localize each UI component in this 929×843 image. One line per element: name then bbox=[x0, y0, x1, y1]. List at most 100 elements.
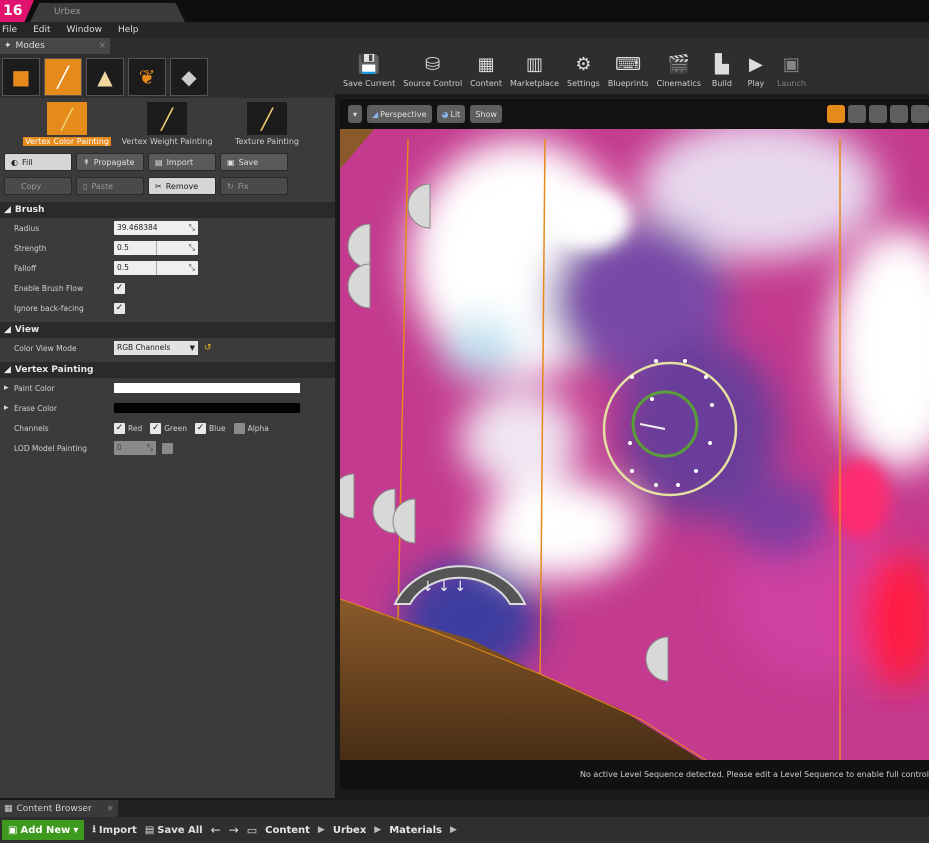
green-channel-checkbox[interactable]: ✓ bbox=[150, 422, 162, 434]
fill-icon: ◐ bbox=[11, 157, 18, 167]
scale-icon[interactable] bbox=[869, 105, 887, 123]
marketplace-button[interactable]: ▥ Marketplace bbox=[510, 51, 559, 89]
landscape-mode-icon[interactable]: ▲ bbox=[86, 58, 124, 96]
backface-label: Ignore back-facing bbox=[14, 303, 84, 313]
brush-section-header[interactable]: ◢ Brush bbox=[0, 202, 335, 218]
forward-arrow-icon[interactable]: → bbox=[229, 823, 239, 837]
fix-label: Fix bbox=[237, 181, 249, 191]
falloff-input[interactable]: 0.5 bbox=[114, 261, 198, 275]
vertex-painting-section-header[interactable]: ◢ Vertex Painting bbox=[0, 362, 335, 378]
content-browser-tab[interactable]: ▦ Content Browser × bbox=[0, 800, 118, 817]
lit-button[interactable]: ◕ Lit bbox=[436, 105, 466, 123]
content-button[interactable]: ▦ Content bbox=[470, 51, 502, 89]
view-section-title: View bbox=[14, 325, 40, 335]
vertex-painting-section-title: Vertex Painting bbox=[14, 365, 94, 375]
blue-channel-label: Blue bbox=[208, 423, 226, 433]
play-button[interactable]: ▶ Play bbox=[743, 51, 769, 89]
propagate-button[interactable]: ↟ Propagate bbox=[76, 153, 144, 171]
import-asset-label: Import bbox=[98, 824, 137, 836]
translate-icon[interactable] bbox=[827, 105, 845, 123]
brush-flow-checkbox[interactable]: ✓ bbox=[114, 282, 125, 294]
launch-icon: ▣ bbox=[782, 53, 800, 75]
place-mode-icon[interactable]: ■ bbox=[2, 58, 40, 96]
lod-checkbox[interactable] bbox=[162, 442, 173, 454]
snap-icon[interactable] bbox=[911, 105, 929, 123]
breadcrumb-content[interactable]: Content bbox=[265, 825, 310, 836]
viewport-scene: ↓ ↓ ↓ bbox=[340, 99, 929, 790]
perspective-button[interactable]: ◢ Perspective bbox=[367, 105, 432, 123]
strength-input[interactable]: 0.5 bbox=[114, 241, 198, 255]
channels-row: Channels ✓Red ✓Green ✓Blue ✓Alpha bbox=[0, 418, 335, 438]
save-all-button[interactable]: ▤ Save All bbox=[145, 825, 203, 836]
build-button[interactable]: ▙ Build bbox=[709, 51, 735, 89]
menu-file[interactable]: File bbox=[2, 25, 17, 35]
paste-button[interactable]: ▯ Paste bbox=[76, 177, 144, 195]
color-view-dropdown[interactable]: RGB Channels bbox=[114, 341, 198, 355]
lod-input[interactable]: 0 bbox=[114, 441, 156, 455]
modes-tab[interactable]: ✦ Modes × bbox=[0, 38, 110, 54]
level-viewport[interactable]: ↓ ↓ ↓ bbox=[340, 97, 929, 790]
menu-help[interactable]: Help bbox=[118, 25, 139, 35]
viewport-status-bar: No active Level Sequence detected. Pleas… bbox=[340, 760, 929, 790]
source-control-button[interactable]: ⛁ Source Control bbox=[403, 51, 463, 89]
toolbar-label: Source Control bbox=[403, 79, 463, 88]
save-label: Save bbox=[238, 157, 259, 167]
paint-color-swatch[interactable] bbox=[114, 383, 300, 393]
main-toolbar: 💾 Save Current ⛁ Source Control ▦ Conten… bbox=[335, 38, 929, 94]
marketplace-icon: ▥ bbox=[526, 53, 544, 75]
cinematics-button[interactable]: 🎬 Cinematics bbox=[657, 51, 701, 89]
backface-checkbox[interactable]: ✓ bbox=[114, 302, 125, 314]
viewport-options-button[interactable]: ▾ bbox=[348, 105, 363, 123]
modes-icon: ✦ bbox=[4, 41, 12, 51]
reset-icon[interactable]: ↺ bbox=[204, 343, 212, 353]
add-new-button[interactable]: ▣ Add New ▾ bbox=[2, 820, 85, 840]
blueprints-button[interactable]: ⌨ Blueprints bbox=[608, 51, 649, 89]
erase-color-swatch[interactable] bbox=[114, 403, 300, 413]
rotate-icon[interactable] bbox=[848, 105, 866, 123]
menu-edit[interactable]: Edit bbox=[33, 25, 50, 35]
show-button[interactable]: Show bbox=[470, 105, 502, 123]
red-channel-checkbox[interactable]: ✓ bbox=[114, 422, 125, 434]
expand-icon[interactable]: ▸ bbox=[4, 383, 14, 393]
remove-button[interactable]: ✂ Remove bbox=[148, 177, 216, 195]
menu-window[interactable]: Window bbox=[67, 25, 103, 35]
document-tab[interactable]: Urbex bbox=[30, 3, 185, 22]
fix-button[interactable]: ↻ Fix bbox=[220, 177, 288, 195]
close-icon[interactable]: × bbox=[98, 41, 106, 51]
blue-channel-checkbox[interactable]: ✓ bbox=[194, 422, 206, 434]
launch-button[interactable]: ▣ Launch bbox=[777, 51, 806, 89]
radius-input[interactable]: 39.468384 bbox=[114, 221, 198, 235]
vertex-weight-painting-mode[interactable]: ╱ Vertex Weight Painting bbox=[122, 102, 212, 146]
channel-checkboxes: ✓Red ✓Green ✓Blue ✓Alpha bbox=[114, 422, 274, 434]
paint-mode-icon[interactable]: ╱ bbox=[44, 58, 82, 96]
world-icon[interactable] bbox=[890, 105, 908, 123]
alpha-channel-checkbox[interactable]: ✓ bbox=[233, 422, 245, 434]
propagate-icon: ↟ bbox=[83, 157, 90, 167]
geometry-mode-icon[interactable]: ◆ bbox=[170, 58, 208, 96]
close-icon[interactable]: × bbox=[106, 804, 114, 814]
chevron-down-icon: ▾ bbox=[353, 109, 358, 119]
copy-button[interactable]: Copy bbox=[4, 177, 72, 195]
save-button[interactable]: ▣ Save bbox=[220, 153, 288, 171]
mode-icon-row: ■ ╱ ▲ ❦ ◆ bbox=[0, 54, 335, 98]
strength-label: Strength bbox=[14, 243, 47, 253]
settings-button[interactable]: ⚙ Settings bbox=[567, 51, 600, 89]
channels-label: Channels bbox=[14, 423, 49, 433]
breadcrumb-urbex[interactable]: Urbex bbox=[333, 825, 366, 836]
green-channel-label: Green bbox=[164, 423, 187, 433]
breadcrumb-chevron-icon: ▶ bbox=[449, 825, 457, 835]
texture-painting-mode[interactable]: ╱ Texture Painting bbox=[222, 102, 312, 146]
foliage-mode-icon[interactable]: ❦ bbox=[128, 58, 166, 96]
collapse-icon: ◢ bbox=[4, 365, 11, 375]
expand-icon[interactable]: ▸ bbox=[4, 403, 14, 413]
import-asset-button[interactable]: ⭳ Import bbox=[92, 822, 136, 839]
save-current-button[interactable]: 💾 Save Current bbox=[343, 51, 395, 89]
vertex-color-painting-mode[interactable]: ╱ Vertex Color Painting bbox=[22, 102, 112, 146]
breadcrumb-materials[interactable]: Materials bbox=[389, 825, 442, 836]
back-arrow-icon[interactable]: ← bbox=[211, 823, 221, 837]
brush-flow-row: Enable Brush Flow ✓ bbox=[0, 278, 335, 298]
fill-button[interactable]: ◐ Fill bbox=[4, 153, 72, 171]
view-section-header[interactable]: ◢ View bbox=[0, 322, 335, 338]
brush-section-title: Brush bbox=[14, 205, 45, 215]
import-button[interactable]: ▤ Import bbox=[148, 153, 216, 171]
